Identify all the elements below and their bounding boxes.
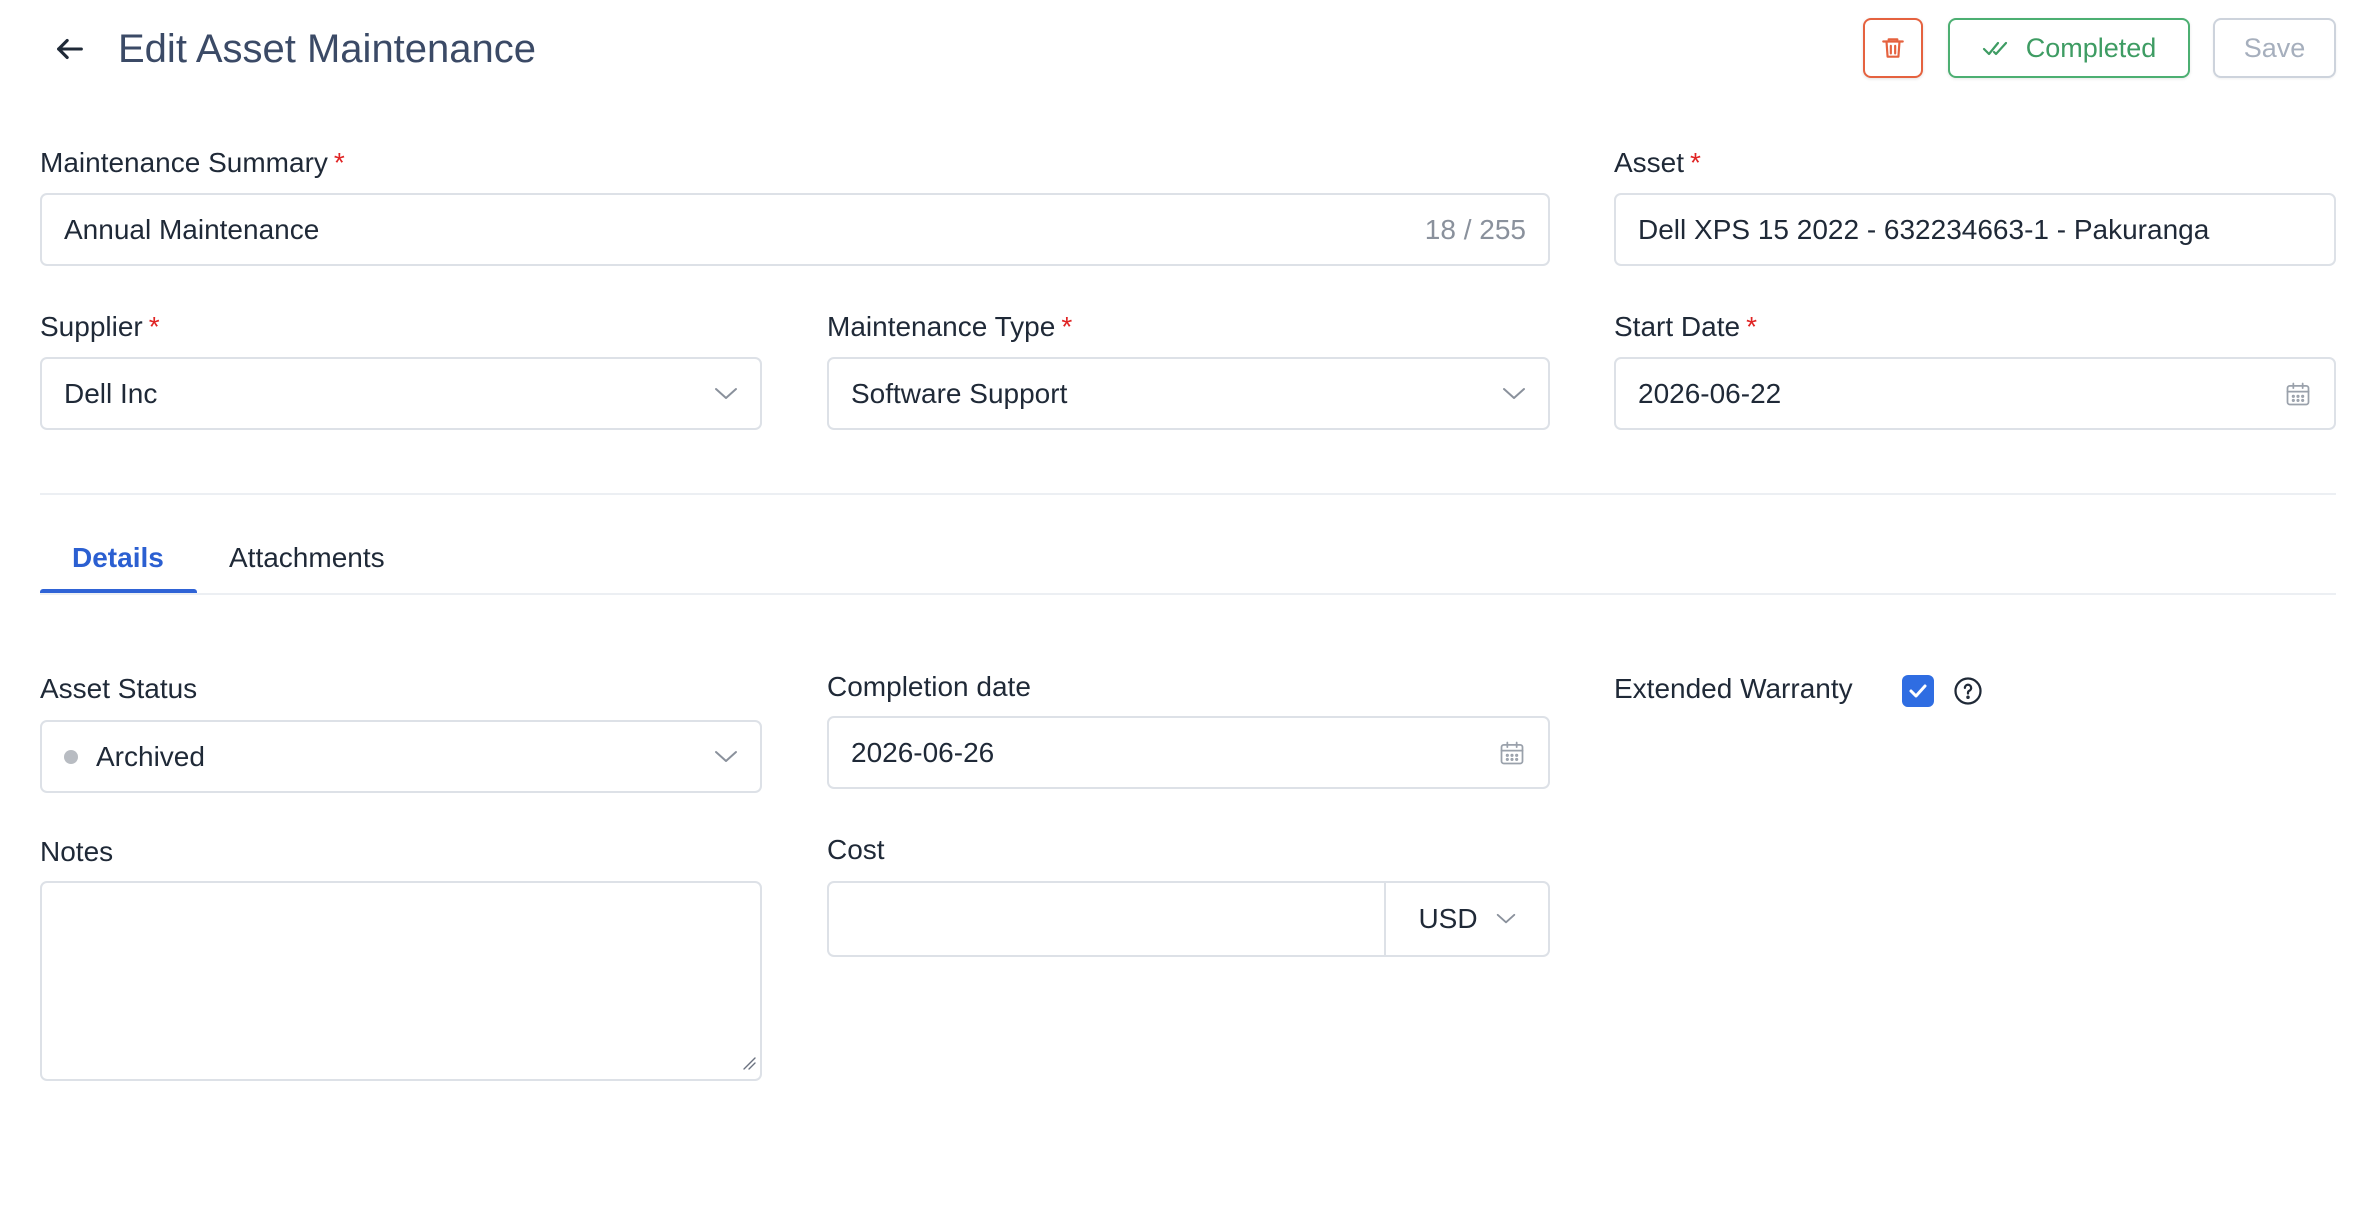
trash-icon bbox=[1882, 38, 1904, 58]
maintenance-type-value: Software Support bbox=[851, 377, 1068, 409]
required-marker: * bbox=[1746, 311, 1757, 342]
supplier-select[interactable]: Dell Inc bbox=[40, 357, 762, 430]
summary-value: Annual Maintenance bbox=[64, 213, 320, 245]
completion-date-label: Completion date bbox=[827, 671, 1031, 702]
summary-label: Maintenance Summary * bbox=[40, 146, 345, 180]
start-date-label-text: Start Date bbox=[1614, 311, 1741, 342]
chevron-down-icon bbox=[1502, 387, 1526, 401]
double-check-icon bbox=[1982, 41, 2007, 56]
maintenance-type-label: Maintenance Type * bbox=[827, 310, 1072, 344]
character-counter: 18 / 255 bbox=[1424, 213, 1526, 245]
chevron-down-icon bbox=[714, 750, 738, 764]
chevron-down-icon bbox=[1496, 913, 1516, 925]
page-title: Edit Asset Maintenance bbox=[118, 27, 537, 71]
required-marker: * bbox=[148, 311, 160, 342]
start-date-label: Start Date * bbox=[1614, 310, 1757, 344]
supplier-label-text: Supplier bbox=[40, 311, 143, 342]
calendar-icon[interactable] bbox=[2284, 380, 2312, 408]
cost-label: Cost bbox=[827, 834, 885, 865]
chevron-down-icon bbox=[714, 387, 738, 401]
asset-label-text: Asset bbox=[1614, 147, 1685, 178]
notes-textarea[interactable] bbox=[40, 881, 762, 1081]
maintenance-type-label-text: Maintenance Type bbox=[827, 311, 1056, 342]
asset-input[interactable]: Dell XPS 15 2022 - 632234663-1 - Pakuran… bbox=[1614, 193, 2336, 266]
resize-handle-icon[interactable] bbox=[740, 1054, 756, 1075]
asset-value: Dell XPS 15 2022 - 632234663-1 - Pakuran… bbox=[1638, 213, 2210, 245]
status-dot bbox=[64, 749, 78, 764]
arrow-left-icon bbox=[57, 38, 83, 60]
completed-button[interactable]: Completed bbox=[1948, 18, 2190, 78]
asset-status-select[interactable]: Archived bbox=[40, 720, 762, 793]
cost-input[interactable] bbox=[829, 883, 1384, 955]
save-button[interactable]: Save bbox=[2213, 18, 2336, 78]
required-marker: * bbox=[333, 147, 345, 178]
tab-details[interactable]: Details bbox=[72, 541, 164, 575]
summary-label-text: Maintenance Summary bbox=[40, 147, 328, 178]
check-icon bbox=[1909, 684, 1927, 698]
required-marker: * bbox=[1690, 147, 1701, 178]
completion-date-value: 2026-06-26 bbox=[851, 736, 995, 768]
asset-status-label: Asset Status bbox=[40, 673, 198, 704]
extended-warranty-checkbox[interactable] bbox=[1902, 675, 1934, 707]
calendar-icon[interactable] bbox=[1498, 739, 1526, 767]
tab-attachments[interactable]: Attachments bbox=[229, 541, 385, 575]
help-button[interactable] bbox=[1952, 675, 1984, 707]
start-date-value: 2026-06-22 bbox=[1638, 377, 1782, 409]
delete-button[interactable] bbox=[1863, 18, 1923, 78]
currency-select[interactable]: USD bbox=[1384, 883, 1548, 955]
summary-input[interactable]: Annual Maintenance 18 / 255 bbox=[40, 193, 1550, 266]
maintenance-type-select[interactable]: Software Support bbox=[827, 357, 1550, 430]
back-button[interactable] bbox=[46, 25, 94, 73]
section-divider bbox=[40, 493, 2336, 495]
extended-warranty-label: Extended Warranty bbox=[1614, 673, 1853, 704]
supplier-label: Supplier * bbox=[40, 310, 160, 344]
tabs-divider bbox=[40, 593, 2336, 595]
supplier-value: Dell Inc bbox=[64, 377, 158, 409]
start-date-input[interactable]: 2026-06-22 bbox=[1614, 357, 2336, 430]
required-marker: * bbox=[1061, 311, 1073, 342]
asset-label: Asset * bbox=[1614, 146, 1701, 180]
asset-status-value: Archived bbox=[96, 740, 205, 772]
question-circle-icon bbox=[1954, 677, 1982, 705]
currency-value: USD bbox=[1418, 903, 1478, 934]
completed-label: Completed bbox=[2025, 32, 2157, 63]
completion-date-input[interactable]: 2026-06-26 bbox=[827, 716, 1550, 789]
cost-group: USD bbox=[827, 881, 1550, 957]
notes-label: Notes bbox=[40, 836, 114, 867]
